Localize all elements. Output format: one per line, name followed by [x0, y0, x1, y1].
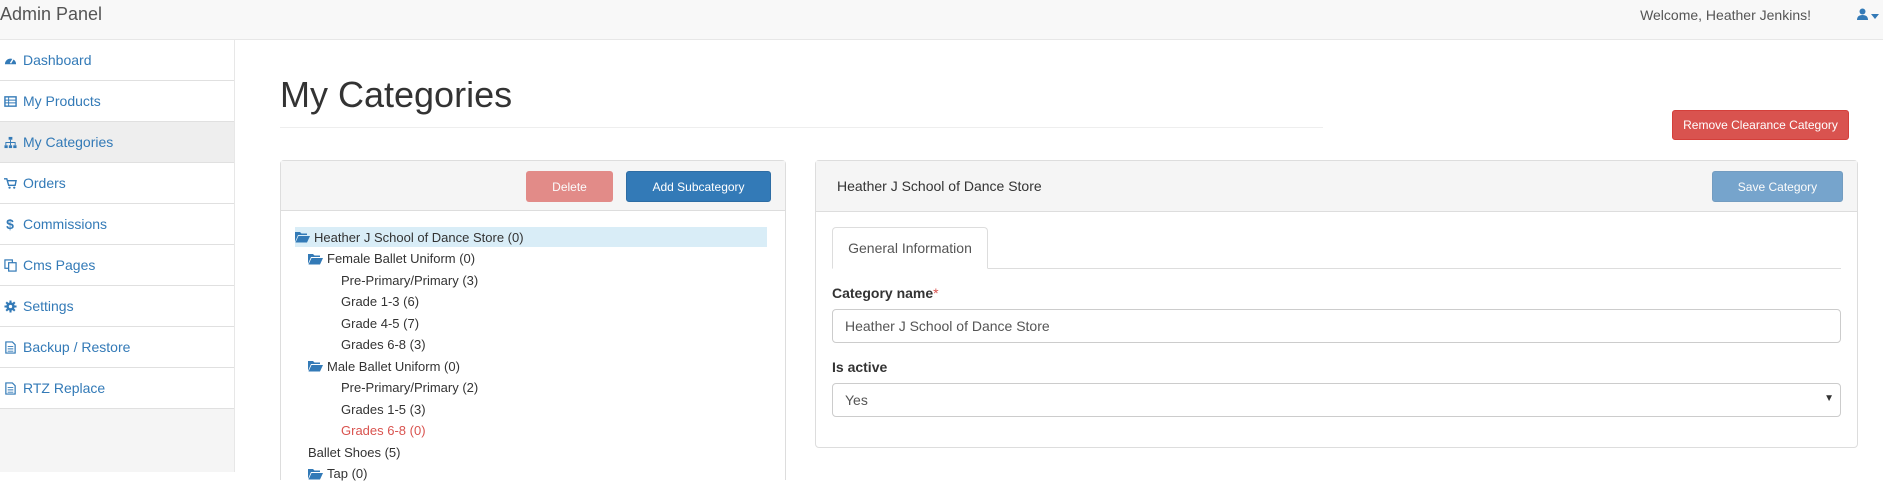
gear-icon — [2, 299, 18, 313]
sidebar-item-label: Commissions — [23, 216, 108, 232]
tree-node-label: Grade 1-3 (6) — [341, 294, 420, 309]
is-active-value: Yes — [845, 392, 868, 408]
app-brand[interactable]: Admin Panel — [0, 4, 102, 25]
caret-down-icon — [1871, 7, 1879, 23]
tree-node-label: Grades 6-8 (0) — [341, 423, 426, 438]
tree-node-label: Pre-Primary/Primary (3) — [341, 272, 479, 288]
dollar-icon: $ — [6, 216, 14, 232]
sidebar-item-label: RTZ Replace — [23, 380, 106, 396]
welcome-text: Welcome, Heather Jenkins! — [1640, 7, 1811, 23]
tab-general-information[interactable]: General Information — [832, 227, 988, 269]
sidebar-item-label: Backup / Restore — [23, 339, 131, 355]
is-active-select[interactable]: Yes ▼ — [832, 383, 1841, 417]
tree-node[interactable]: Ballet Shoes (5) — [308, 442, 401, 462]
file-icon — [2, 340, 18, 354]
category-tree-panel: Delete Add Subcategory Heather J School … — [280, 160, 786, 481]
top-navbar: Admin Panel Welcome, Heather Jenkins! — [0, 0, 1883, 40]
tree-node-label: Heather J School of Dance Store (0) — [314, 229, 524, 245]
title-divider — [280, 127, 1323, 128]
folder-open-icon — [308, 253, 323, 265]
tree-node[interactable]: Grades 6-8 (3) — [341, 335, 426, 355]
sidebar-item-label: My Products — [23, 93, 101, 109]
detail-title: Heather J School of Dance Store — [837, 178, 1042, 194]
tree-node-label: Male Ballet Uniform (0) — [327, 358, 460, 374]
tree-node[interactable]: Pre-Primary/Primary (2) — [341, 378, 478, 398]
sidebar-item-orders[interactable]: Orders — [0, 163, 234, 204]
folder-open-icon — [308, 360, 323, 372]
folder-open-icon — [308, 468, 323, 480]
detail-header: Heather J School of Dance Store Save Cat… — [816, 161, 1857, 212]
sidebar-item-label: My Categories — [23, 134, 114, 150]
select-arrow-icon: ▼ — [1824, 393, 1834, 404]
user-menu[interactable] — [1857, 4, 1879, 26]
tree-node-label: Ballet Shoes (5) — [308, 444, 401, 460]
sidebar-item-cms-pages[interactable]: Cms Pages — [0, 245, 234, 286]
sidebar-item-my-categories[interactable]: My Categories — [0, 122, 234, 163]
tree-node[interactable]: Male Ballet Uniform (0) — [308, 356, 460, 376]
sidebar-item-my-products[interactable]: My Products — [0, 81, 234, 122]
add-subcategory-button[interactable]: Add Subcategory — [626, 171, 771, 202]
save-category-button[interactable]: Save Category — [1712, 171, 1843, 202]
category-name-label: Category name* — [832, 285, 939, 301]
tree-node-label: Tap (0) — [327, 466, 368, 481]
user-icon — [1857, 7, 1868, 23]
is-active-label: Is active — [832, 359, 888, 375]
shopping-cart-icon — [2, 176, 18, 190]
table-icon — [2, 94, 18, 108]
tree-node-label: Grades 6-8 (3) — [341, 337, 426, 352]
tree-node[interactable]: Grades 1-5 (3) — [341, 399, 426, 419]
delete-button[interactable]: Delete — [526, 171, 613, 202]
folder-open-icon — [295, 231, 310, 243]
sidebar-item-label: Orders — [23, 175, 66, 191]
required-mark: * — [933, 285, 939, 301]
category-name-label-text: Category name — [832, 285, 934, 301]
sidebar-item-settings[interactable]: Settings — [0, 286, 234, 327]
category-detail-panel: Heather J School of Dance Store Save Cat… — [815, 160, 1858, 448]
tree-node[interactable]: Grades 6-8 (0) — [341, 421, 426, 441]
page-title: My Categories — [280, 74, 513, 115]
sidebar: Dashboard My Products My Categories Orde… — [0, 40, 235, 472]
sitemap-icon — [2, 135, 18, 149]
sidebar-item-dashboard[interactable]: Dashboard — [0, 40, 234, 81]
tree-node-label: Pre-Primary/Primary (2) — [341, 380, 479, 395]
tree-node-label: Female Ballet Uniform (0) — [327, 251, 476, 266]
tree-node[interactable]: Heather J School of Dance Store (0) — [295, 227, 767, 247]
tree-node[interactable]: Grade 4-5 (7) — [341, 313, 419, 333]
tree-node[interactable]: Grade 1-3 (6) — [341, 292, 419, 312]
tree-node[interactable]: Female Ballet Uniform (0) — [308, 249, 475, 269]
sidebar-item-commissions[interactable]: $ Commissions — [0, 204, 234, 245]
sidebar-item-label: Cms Pages — [23, 257, 96, 273]
sidebar-item-backup-restore[interactable]: Backup / Restore — [0, 327, 234, 368]
remove-clearance-category-button[interactable]: Remove Clearance Category — [1672, 110, 1849, 140]
file-icon — [2, 381, 18, 395]
tree-toolbar: Delete Add Subcategory — [281, 161, 785, 211]
tree-node[interactable]: Tap (0) — [308, 464, 367, 484]
sidebar-item-rtz-replace[interactable]: RTZ Replace — [0, 368, 234, 409]
sidebar-item-label: Dashboard — [23, 52, 92, 68]
copy-icon — [2, 258, 18, 272]
dashboard-icon — [2, 53, 18, 67]
category-name-input[interactable]: Heather J School of Dance Store — [832, 309, 1841, 343]
tree-node-label: Grade 4-5 (7) — [341, 315, 420, 331]
tree-node[interactable]: Pre-Primary/Primary (3) — [341, 270, 478, 290]
sidebar-item-label: Settings — [23, 298, 74, 314]
tree-node-label: Grades 1-5 (3) — [341, 401, 426, 417]
